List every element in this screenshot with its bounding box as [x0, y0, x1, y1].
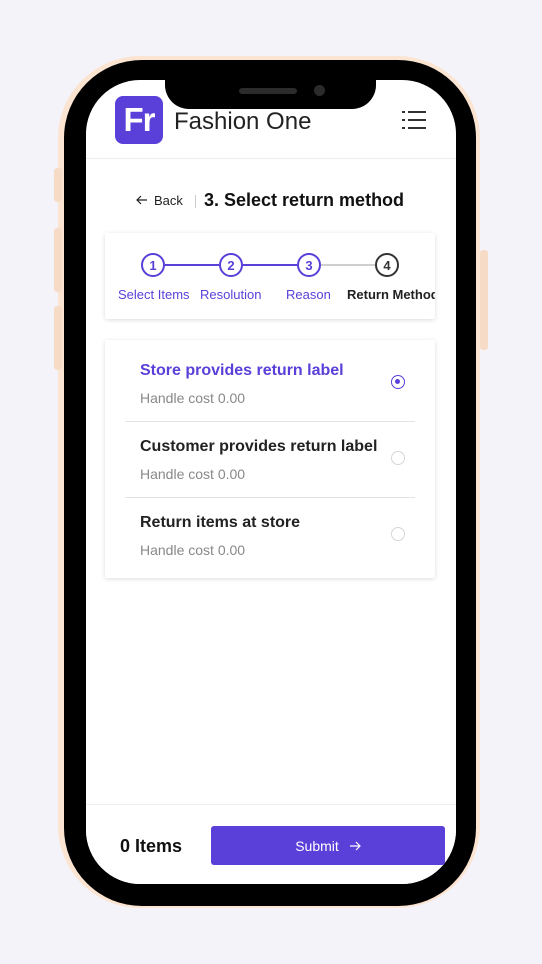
option-radio[interactable] — [391, 527, 405, 541]
option-return-at-store[interactable]: Return items at store Handle cost 0.00 — [105, 492, 435, 568]
step-1-circle[interactable]: 1 — [141, 253, 165, 277]
brand-logo[interactable]: Fr — [115, 96, 163, 144]
page-title: 3. Select return method — [204, 190, 405, 210]
page-titlebar: Back 3. Select return method — [86, 188, 456, 214]
option-handle-cost: Handle cost 0.00 — [140, 542, 246, 558]
step-connector — [321, 264, 375, 266]
option-radio[interactable] — [391, 375, 405, 389]
phone-notch — [165, 80, 376, 109]
option-handle-cost: Handle cost 0.00 — [140, 466, 246, 482]
phone-screen: Fr Fashion One Back 3. Select return met… — [86, 80, 456, 884]
arrow-right-icon — [349, 838, 361, 854]
back-label: Back — [154, 193, 183, 208]
items-count: 0 Items — [120, 836, 183, 856]
phone-side-button — [54, 228, 62, 292]
option-title: Customer provides return label — [140, 438, 378, 455]
option-handle-cost: Handle cost 0.00 — [140, 390, 246, 406]
step-1-label[interactable]: Select Items — [118, 287, 190, 302]
phone-side-button — [480, 250, 488, 350]
step-connector — [243, 264, 297, 266]
footer-bar: 0 Items Submit — [86, 804, 456, 884]
phone-side-button — [54, 306, 62, 370]
hamburger-menu-icon[interactable] — [402, 110, 426, 130]
phone-camera — [314, 85, 325, 96]
back-button[interactable]: Back — [136, 193, 183, 208]
phone-speaker — [239, 88, 297, 94]
phone-side-button — [54, 168, 62, 202]
progress-stepper: 1 2 3 4 Select Items Resolution Reason R… — [105, 233, 435, 319]
brand-name: Fashion One — [174, 108, 312, 135]
step-3-label[interactable]: Reason — [286, 287, 331, 302]
option-radio[interactable] — [391, 451, 405, 465]
option-title: Return items at store — [140, 514, 301, 531]
step-4-circle[interactable]: 4 — [375, 253, 399, 277]
return-method-options: Store provides return label Handle cost … — [105, 340, 435, 578]
option-store-label[interactable]: Store provides return label Handle cost … — [105, 340, 435, 416]
step-2-label[interactable]: Resolution — [200, 287, 261, 302]
step-4-label[interactable]: Return Method — [347, 287, 435, 302]
submit-button[interactable]: Submit — [211, 826, 445, 865]
title-separator — [195, 195, 196, 208]
submit-label: Submit — [295, 837, 339, 854]
option-title: Store provides return label — [140, 362, 344, 379]
arrow-left-icon — [136, 193, 148, 208]
step-2-circle[interactable]: 2 — [219, 253, 243, 277]
step-connector — [165, 264, 219, 266]
option-customer-label[interactable]: Customer provides return label Handle co… — [105, 416, 435, 492]
step-3-circle[interactable]: 3 — [297, 253, 321, 277]
